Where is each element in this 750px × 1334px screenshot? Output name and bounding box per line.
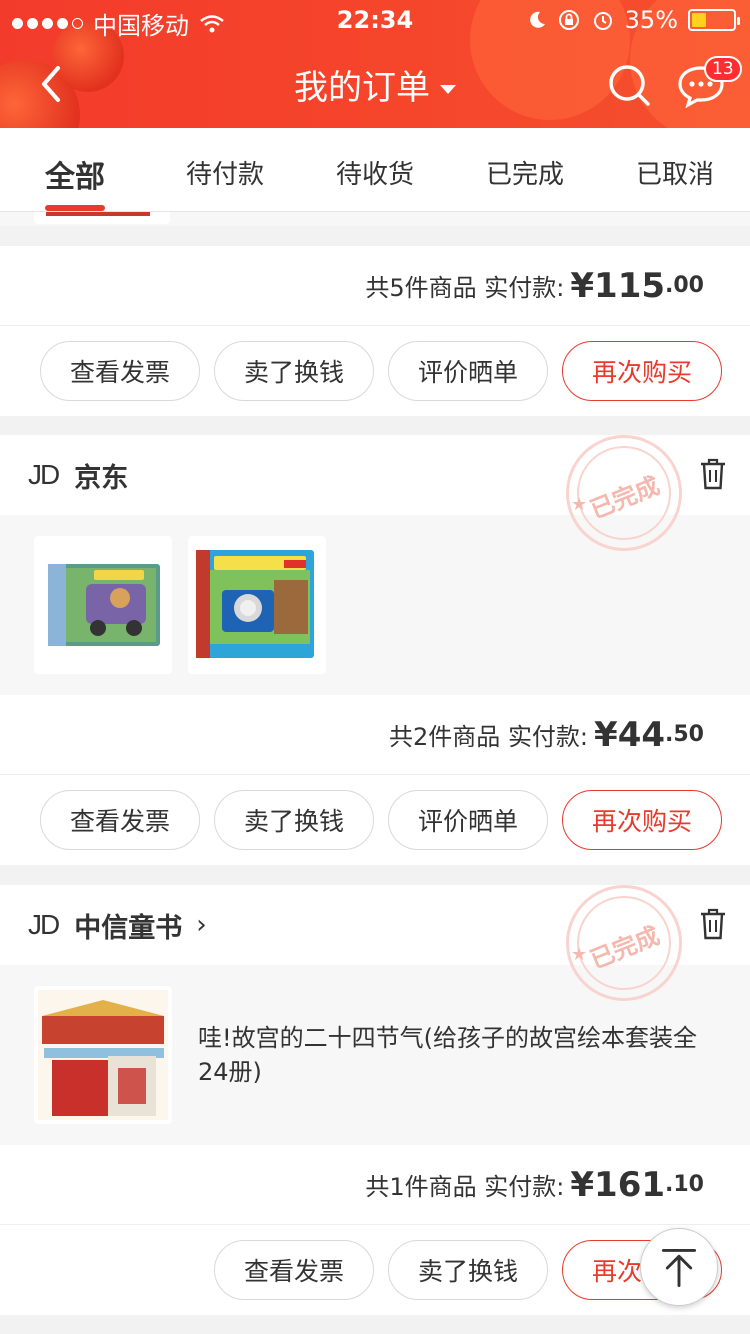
battery-icon: [688, 9, 740, 31]
completed-stamp: 已完成 ★: [566, 885, 682, 1001]
trash-icon[interactable]: [698, 907, 728, 941]
order-total: 共1件商品 实付款: ¥161.10: [0, 1145, 750, 1225]
item-count: 共1件商品: [365, 1173, 477, 1201]
shop-name: 京东: [74, 462, 129, 494]
jd-logo: JD: [28, 909, 60, 940]
tab-pending-receipt[interactable]: 待收货: [300, 128, 450, 211]
paid-amount: ¥161: [570, 1164, 666, 1205]
item-count: 共2件商品: [389, 723, 501, 751]
chevron-right-icon: ›: [196, 910, 207, 940]
product-thumbnail[interactable]: [34, 986, 172, 1124]
product-thumbnail[interactable]: [34, 536, 172, 674]
search-icon[interactable]: [606, 62, 652, 108]
product-name[interactable]: 哇!故宫的二十四节气(给孩子的故宫绘本套装全24册): [198, 1021, 698, 1089]
paid-amount-cents: .00: [665, 273, 704, 298]
buy-again-button[interactable]: 再次购买: [562, 790, 722, 850]
order-card: 共5件商品 实付款: ¥115.00 查看发票 卖了换钱 评价晒单 再次购买: [0, 246, 750, 416]
previous-goods-tail: [0, 212, 750, 226]
resell-button[interactable]: 卖了换钱: [214, 341, 374, 401]
tab-cancelled[interactable]: 已取消: [600, 128, 750, 211]
order-total: 共2件商品 实付款: ¥44.50: [0, 695, 750, 775]
book-box-illustration: [196, 550, 314, 658]
shop-name: 中信童书: [74, 912, 183, 944]
item-count: 共5件商品: [365, 274, 477, 302]
order-card: JD 京东 已完成 ★ 共2件商品 实付款: ¥44 .50 查看发票 卖了换钱…: [0, 435, 750, 865]
moon-icon: [529, 11, 545, 28]
status-bar: 中国移动 22:34 35%: [0, 0, 750, 40]
order-list[interactable]: 共5件商品 实付款: ¥115.00 查看发票 卖了换钱 评价晒单 再次购买 J…: [0, 212, 750, 1334]
app-header: 中国移动 22:34 35% 我的订单: [0, 0, 750, 128]
book-box-illustration: [38, 990, 168, 1120]
order-total: 共5件商品 实付款: ¥115.00: [0, 246, 750, 326]
resell-button[interactable]: 卖了换钱: [214, 790, 374, 850]
book-box-illustration: [48, 564, 160, 646]
shop-header[interactable]: JD 中信童书 › 已完成 ★: [0, 885, 750, 1001]
caret-down-icon: [440, 85, 456, 94]
back-to-top-icon[interactable]: [640, 1228, 718, 1306]
review-button[interactable]: 评价晒单: [388, 790, 548, 850]
paid-label: 实付款:: [484, 1173, 565, 1201]
jd-logo: JD: [28, 459, 60, 490]
buy-again-button[interactable]: 再次购买: [562, 341, 722, 401]
paid-amount: ¥115: [570, 265, 666, 306]
order-tabs: 全部 待付款 待收货 已完成 已取消: [0, 128, 750, 212]
completed-stamp: 已完成 ★: [566, 435, 682, 551]
order-actions: 查看发票 卖了换钱 再次购买: [0, 1225, 750, 1315]
star-icon: ★: [571, 494, 588, 515]
order-card: JD 中信童书 › 已完成 ★ 哇!故宫的二十四节气(给孩子的故宫绘本套装全24册…: [0, 885, 750, 1315]
resell-button[interactable]: 卖了换钱: [388, 1240, 548, 1300]
tab-completed[interactable]: 已完成: [450, 128, 600, 211]
paid-label: 实付款:: [507, 723, 589, 751]
page-title-label: 我的订单: [294, 68, 430, 108]
message-badge: 13: [704, 56, 742, 82]
view-invoice-button[interactable]: 查看发票: [40, 790, 200, 850]
tab-pending-payment[interactable]: 待付款: [150, 128, 300, 211]
trash-icon[interactable]: [698, 457, 728, 491]
view-invoice-button[interactable]: 查看发票: [40, 341, 200, 401]
paid-label: 实付款:: [484, 274, 565, 302]
alarm-icon: [593, 12, 612, 30]
paid-amount: ¥44: [594, 714, 666, 755]
review-button[interactable]: 评价晒单: [388, 341, 548, 401]
view-invoice-button[interactable]: 查看发票: [214, 1240, 374, 1300]
order-actions: 查看发票 卖了换钱 评价晒单 再次购买: [0, 775, 750, 865]
rotation-lock-icon: [558, 10, 579, 30]
product-thumbnail[interactable]: [188, 536, 326, 674]
battery-percent: 35%: [624, 6, 678, 34]
star-icon: ★: [571, 944, 588, 965]
order-actions: 查看发票 卖了换钱 评价晒单 再次购买: [0, 326, 750, 416]
paid-amount-cents: .10: [665, 1172, 704, 1197]
shop-header[interactable]: JD 京东 已完成 ★: [0, 435, 750, 551]
paid-amount-cents: .50: [665, 722, 704, 747]
tab-all[interactable]: 全部: [0, 128, 150, 211]
